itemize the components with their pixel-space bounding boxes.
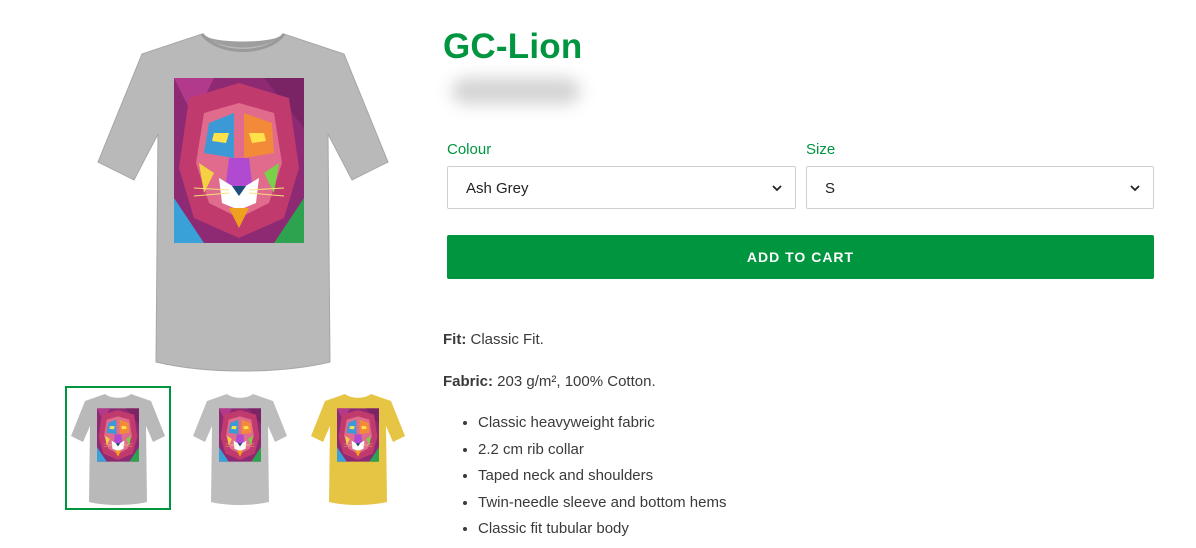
feature-item: Classic fit tubular body (478, 519, 726, 546)
feature-item: Classic heavyweight fabric (478, 413, 726, 440)
thumbnail-grey[interactable] (187, 386, 293, 510)
tshirt-thumb-icon (71, 394, 165, 505)
colour-label: Colour (447, 141, 492, 158)
fit-spec-value: Classic Fit. (466, 331, 544, 348)
product-price-blurred (452, 78, 580, 104)
thumbnail-yellow[interactable] (305, 386, 411, 510)
feature-item: 2.2 cm rib collar (478, 440, 726, 467)
chevron-down-icon (1130, 185, 1140, 192)
fit-spec: Fit: Classic Fit. (443, 331, 544, 348)
tshirt-image (97, 33, 389, 372)
product-main-image[interactable] (90, 22, 396, 374)
thumbnail-ash-grey[interactable] (65, 386, 171, 510)
colour-select[interactable]: Ash Grey (447, 166, 796, 209)
size-label: Size (806, 141, 836, 158)
add-to-cart-button[interactable]: ADD TO CART (447, 235, 1154, 279)
tshirt-thumb-icon (193, 394, 287, 505)
lion-print (174, 78, 304, 243)
colour-select-value: Ash Grey (466, 180, 529, 197)
tshirt-thumb-icon (311, 394, 405, 505)
fabric-spec: Fabric: 203 g/m², 100% Cotton. (443, 373, 656, 390)
feature-item: Twin-needle sleeve and bottom hems (478, 493, 726, 520)
size-select-value: S (825, 180, 836, 197)
fabric-spec-label: Fabric: (443, 373, 494, 390)
fabric-spec-value: 203 g/m², 100% Cotton. (493, 373, 656, 390)
feature-list: Classic heavyweight fabric 2.2 cm rib co… (443, 413, 726, 546)
size-select[interactable]: S (806, 166, 1154, 209)
product-title: GC-Lion (443, 27, 583, 66)
chevron-down-icon (772, 185, 782, 192)
fit-spec-label: Fit: (443, 331, 467, 348)
feature-item: Taped neck and shoulders (478, 466, 726, 493)
product-page: GC-Lion Colour Ash Grey Size S ADD TO CA… (0, 0, 1196, 548)
